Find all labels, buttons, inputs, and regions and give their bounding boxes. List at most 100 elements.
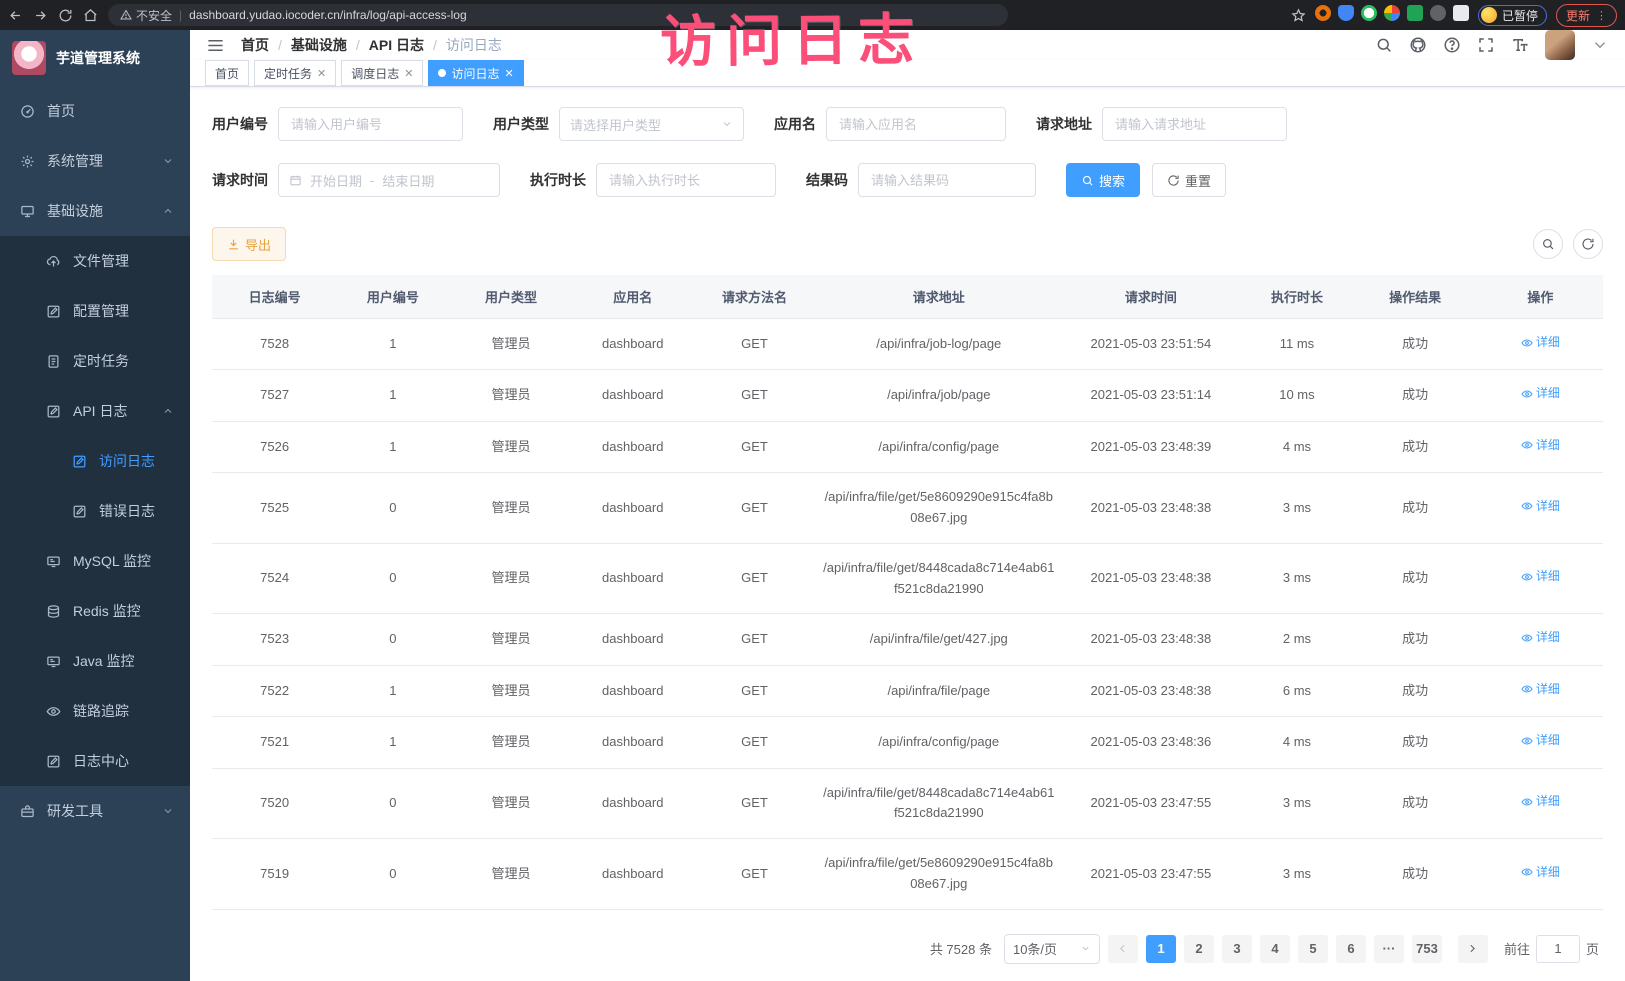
breadcrumb-item[interactable]: API 日志 — [369, 35, 424, 55]
tab-home[interactable]: 首页 — [205, 60, 249, 86]
chevron-down-icon — [1080, 943, 1091, 954]
kebab-menu-icon[interactable]: ⋮ — [1596, 9, 1607, 22]
result-code-input[interactable] — [858, 163, 1036, 197]
text-size-icon[interactable] — [1511, 36, 1529, 54]
chevron-down-icon[interactable] — [1591, 36, 1609, 54]
browser-home-icon[interactable] — [83, 8, 98, 23]
browser-forward-icon[interactable] — [33, 8, 48, 23]
refresh-table-button[interactable] — [1573, 229, 1603, 259]
sidebar-item-trace[interactable]: 链路追踪 — [0, 686, 190, 736]
filter-item-request-time: 请求时间开始日期-结束日期 — [212, 163, 500, 197]
page-button-753[interactable]: 753 — [1412, 935, 1442, 963]
sidebar-item-mysql-monitor[interactable]: MySQL 监控 — [0, 536, 190, 586]
prev-page-button[interactable] — [1108, 935, 1138, 963]
request-time-daterange[interactable]: 开始日期-结束日期 — [278, 163, 500, 197]
tab-access-log[interactable]: 访问日志✕ — [428, 60, 523, 86]
browser-url-bar[interactable]: 不安全 | dashboard.yudao.iocoder.cn/infra/l… — [108, 4, 1008, 26]
export-button[interactable]: 导出 — [212, 227, 286, 261]
sidebar-item-api-log[interactable]: API 日志 — [0, 386, 190, 436]
close-tab-icon[interactable]: ✕ — [317, 67, 326, 80]
detail-link[interactable]: 详细 — [1521, 384, 1560, 403]
detail-link[interactable]: 详细 — [1521, 333, 1560, 352]
white-puzzle-extension-icon[interactable] — [1453, 5, 1469, 21]
sidebar-item-error-log[interactable]: 错误日志 — [0, 486, 190, 536]
hamburger-icon[interactable] — [206, 36, 225, 55]
tab-job-log[interactable]: 调度日志✕ — [341, 60, 423, 86]
page-button-1[interactable]: 1 — [1146, 935, 1176, 963]
close-tab-icon[interactable]: ✕ — [505, 67, 514, 80]
puzzle-colored-extension-icon[interactable] — [1384, 5, 1400, 21]
sidebar-item-config-management[interactable]: 配置管理 — [0, 286, 190, 336]
user-type-select[interactable]: 请选择用户类型 — [559, 107, 744, 141]
table-row: 75250管理员dashboardGET/api/infra/file/get/… — [212, 473, 1603, 544]
user-id-input[interactable] — [278, 107, 463, 141]
breadcrumb-item: 访问日志 — [446, 35, 502, 55]
goto-page-input[interactable] — [1536, 935, 1580, 963]
breadcrumb-item[interactable]: 基础设施 — [291, 35, 347, 55]
search-icon[interactable] — [1375, 36, 1393, 54]
sidebar-item-java-monitor[interactable]: Java 监控 — [0, 636, 190, 686]
green-circle-extension-icon[interactable] — [1361, 5, 1377, 21]
blue-shield-extension-icon[interactable] — [1338, 5, 1354, 21]
browser-back-icon[interactable] — [8, 8, 23, 23]
page-url: dashboard.yudao.iocoder.cn/infra/log/api… — [189, 8, 467, 22]
sidebar-item-file-management[interactable]: 文件管理 — [0, 236, 190, 286]
gray-key-extension-icon[interactable] — [1430, 5, 1446, 21]
page-button-4[interactable]: 4 — [1260, 935, 1290, 963]
user-avatar[interactable] — [1545, 30, 1575, 60]
sidebar-item-home[interactable]: 首页 — [0, 86, 190, 136]
detail-link[interactable]: 详细 — [1521, 731, 1560, 750]
sidebar-item-system-management[interactable]: 系统管理 — [0, 136, 190, 186]
next-page-button[interactable] — [1458, 935, 1488, 963]
column-header: 用户编号 — [337, 275, 448, 319]
github-icon[interactable] — [1409, 36, 1427, 54]
orange-ring-extension-icon[interactable] — [1315, 5, 1331, 21]
detail-link[interactable]: 详细 — [1521, 863, 1560, 882]
screen-icon — [46, 654, 61, 669]
filter-form: 用户编号用户类型请选择用户类型应用名请求地址 请求时间开始日期-结束日期执行时长… — [190, 87, 1625, 223]
app-logo[interactable]: 芋道管理系统 — [0, 30, 190, 86]
sidebar-item-dev-tools[interactable]: 研发工具 — [0, 786, 190, 836]
page-size-select[interactable]: 10条/页 — [1004, 934, 1100, 964]
bookmark-star-icon[interactable] — [1291, 8, 1306, 23]
browser-reload-icon[interactable] — [58, 8, 73, 23]
page-button-3[interactable]: 3 — [1222, 935, 1252, 963]
question-circle-icon[interactable] — [1443, 36, 1461, 54]
detail-link[interactable]: 详细 — [1521, 628, 1560, 647]
paused-badge[interactable]: 已暂停 — [1478, 5, 1547, 26]
duration-input[interactable] — [596, 163, 776, 197]
sidebar-item-infrastructure[interactable]: 基础设施 — [0, 186, 190, 236]
sidebar-item-access-log[interactable]: 访问日志 — [0, 436, 190, 486]
page-button-6[interactable]: 6 — [1336, 935, 1366, 963]
detail-link[interactable]: 详细 — [1521, 497, 1560, 516]
monitor-icon — [20, 204, 35, 219]
detail-link[interactable]: 详细 — [1521, 436, 1560, 455]
breadcrumb-separator: / — [433, 37, 437, 53]
sidebar-item-redis-monitor[interactable]: Redis 监控 — [0, 586, 190, 636]
not-secure-warning[interactable]: 不安全 — [120, 7, 172, 24]
reset-button[interactable]: 重置 — [1152, 163, 1226, 197]
close-tab-icon[interactable]: ✕ — [404, 67, 413, 80]
toggle-search-button[interactable] — [1533, 229, 1563, 259]
tab-job[interactable]: 定时任务✕ — [254, 60, 336, 86]
update-button[interactable]: 更新⋮ — [1556, 4, 1617, 27]
breadcrumb-item[interactable]: 首页 — [241, 35, 269, 55]
topbar: 首页/基础设施/API 日志/访问日志 — [190, 30, 1625, 60]
table-row: 75200管理员dashboardGET/api/infra/file/get/… — [212, 768, 1603, 839]
app-name-input[interactable] — [826, 107, 1006, 141]
more-pages-button[interactable]: ··· — [1374, 935, 1404, 963]
download-icon — [227, 238, 240, 251]
green-badge-extension-icon[interactable] — [1407, 5, 1423, 21]
request-url-cell: /api/infra/job-log/page — [817, 319, 1060, 370]
detail-link[interactable]: 详细 — [1521, 680, 1560, 699]
fullscreen-icon[interactable] — [1477, 36, 1495, 54]
sidebar-item-scheduled-tasks[interactable]: 定时任务 — [0, 336, 190, 386]
request-url-input[interactable] — [1102, 107, 1287, 141]
search-button[interactable]: 搜索 — [1066, 163, 1140, 197]
sidebar-item-log-center[interactable]: 日志中心 — [0, 736, 190, 786]
page-button-2[interactable]: 2 — [1184, 935, 1214, 963]
page-button-5[interactable]: 5 — [1298, 935, 1328, 963]
detail-link[interactable]: 详细 — [1521, 567, 1560, 586]
detail-link[interactable]: 详细 — [1521, 792, 1560, 811]
toolbar-right — [1533, 229, 1603, 259]
